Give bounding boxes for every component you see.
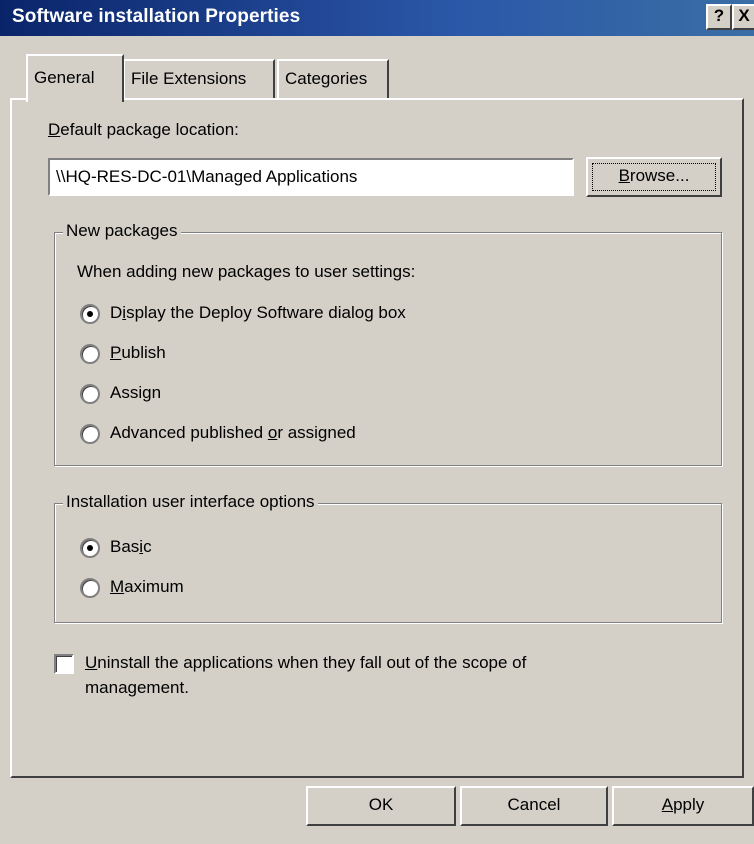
new-packages-description: When adding new packages to user setting… — [77, 262, 416, 281]
installation-ui-options-title: Installation user interface options — [63, 492, 318, 512]
publish-label[interactable]: Publish — [110, 343, 166, 363]
browse-focus-rect — [592, 163, 716, 191]
basic-label[interactable]: Basic — [110, 537, 152, 557]
assign-label[interactable]: Assign — [110, 383, 161, 403]
cancel-button[interactable]: Cancel — [460, 786, 608, 826]
display-deploy-dialog-label[interactable]: Display the Deploy Software dialog box — [110, 303, 406, 323]
default-location-input[interactable]: \\HQ-RES-DC-01\Managed Applications — [48, 158, 574, 196]
default-location-label: Default package location: — [48, 120, 239, 139]
advanced-label[interactable]: Advanced published or assigned — [110, 423, 356, 443]
uninstall-label-line2[interactable]: management. — [85, 678, 189, 698]
radio-maximum[interactable] — [80, 578, 100, 598]
apply-button[interactable]: Apply — [612, 786, 754, 826]
radio-publish[interactable] — [80, 344, 100, 364]
browse-button[interactable]: Browse... — [586, 157, 722, 197]
ok-button[interactable]: OK — [306, 786, 456, 826]
radio-assign[interactable] — [80, 384, 100, 404]
general-tab-content: Default package location: \\HQ-RES-DC-01… — [0, 0, 754, 844]
maximum-label[interactable]: Maximum — [110, 577, 184, 597]
installation-ui-options-group: Installation user interface options — [54, 492, 722, 623]
software-installation-properties-dialog: Software installation Properties ? X Gen… — [0, 0, 754, 844]
uninstall-label-line1[interactable]: Uninstall the applications when they fal… — [85, 653, 526, 673]
uninstall-checkbox[interactable] — [54, 654, 74, 674]
new-packages-group-title: New packages — [63, 221, 181, 241]
radio-advanced[interactable] — [80, 424, 100, 444]
radio-basic[interactable] — [80, 538, 100, 558]
radio-display-deploy-dialog[interactable] — [80, 304, 100, 324]
